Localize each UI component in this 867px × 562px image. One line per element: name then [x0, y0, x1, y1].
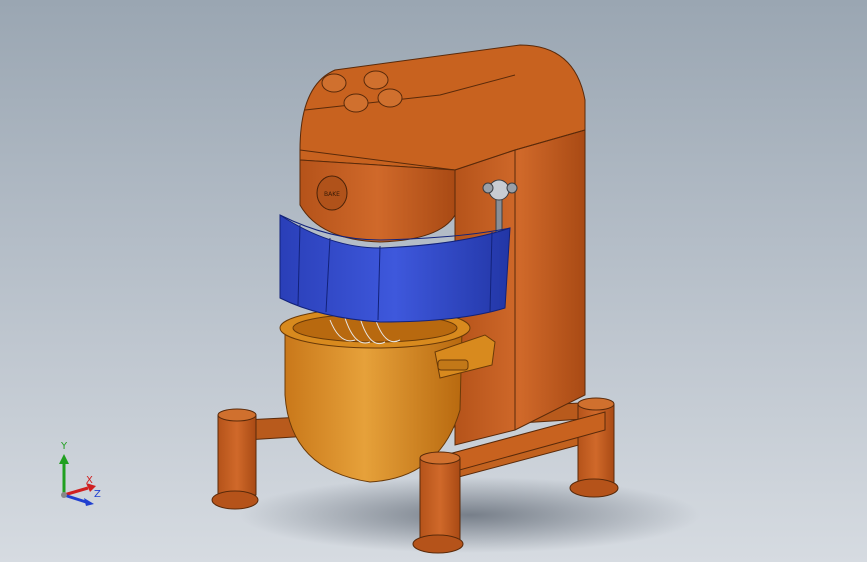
axis-label-z: Z [94, 489, 101, 500]
brand-badge: BAKE [324, 191, 340, 198]
graphics-viewport[interactable]: BAKE Y X Z [0, 0, 867, 562]
axis-label-x: X [86, 475, 93, 486]
floor-shadow [240, 477, 700, 553]
mixer-model[interactable]: BAKE [0, 0, 867, 562]
axis-label-y: Y [61, 441, 68, 452]
axis-triad: Y X Z [50, 440, 110, 510]
